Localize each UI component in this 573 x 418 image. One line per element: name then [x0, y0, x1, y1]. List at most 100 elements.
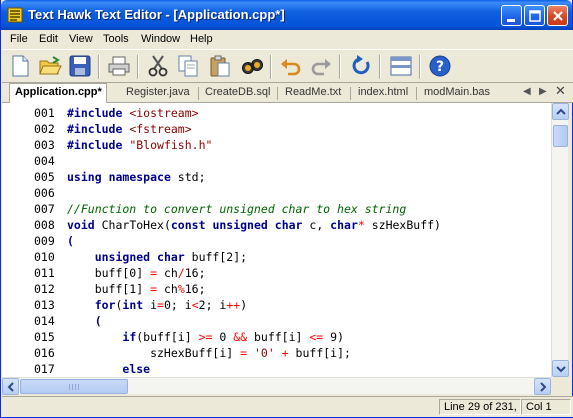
horizontal-scroll-thumb[interactable] [20, 379, 128, 394]
copy-button[interactable] [174, 52, 202, 80]
code-token: <iostream> [129, 106, 199, 120]
menu-file[interactable]: File [10, 33, 28, 45]
menu-window[interactable]: Window [141, 33, 180, 45]
close-button[interactable] [547, 5, 568, 26]
code-token: #include [67, 122, 123, 136]
maximize-icon [529, 10, 541, 22]
toolbar: ? [2, 49, 573, 83]
toolbar-separator [379, 55, 381, 79]
tab-scroll-right-icon[interactable]: ▶ [539, 86, 547, 97]
print-button[interactable] [105, 52, 133, 80]
code-token: i [143, 298, 158, 312]
title-bar[interactable]: Text Hawk Text Editor - [Application.cpp… [1, 0, 572, 30]
line-number: 004 [34, 154, 55, 168]
vertical-scroll-thumb[interactable] [553, 125, 568, 147]
line-number: 003 [34, 138, 55, 152]
code-token: else [122, 362, 151, 376]
code-token: void [67, 218, 95, 232]
tab-createdb-sql[interactable]: CreateDB.sql [205, 85, 270, 102]
code-token: = [150, 266, 158, 280]
code-token: >= [198, 330, 213, 344]
chevron-right-icon [540, 382, 547, 392]
line-number: 017 [34, 362, 55, 376]
save-button[interactable] [66, 52, 94, 80]
code-token: buff[1] [67, 282, 151, 296]
open-button[interactable] [36, 52, 64, 80]
scroll-up-button[interactable] [552, 103, 569, 120]
find-button[interactable] [238, 52, 266, 80]
chevron-left-icon [7, 382, 14, 392]
app-icon[interactable] [7, 7, 23, 23]
line-number: 013 [34, 298, 55, 312]
code-token: && [233, 330, 248, 344]
code-token: CharToHex( [94, 218, 171, 232]
split-view-button[interactable] [387, 52, 415, 80]
menu-help[interactable]: Help [190, 33, 213, 45]
scroll-left-button[interactable] [2, 378, 19, 395]
thumb-grip [72, 384, 73, 390]
menu-bar: File Edit View Tools Window Help [2, 30, 573, 49]
redo-button[interactable] [307, 52, 335, 80]
code-token: unsigned [94, 250, 151, 264]
code-editor[interactable]: 001 #include <iostream> 002 #include <fstre… [2, 103, 551, 377]
new-file-button[interactable] [6, 52, 34, 80]
close-icon [553, 11, 563, 21]
line-code: unsigned char buff[2]; [67, 249, 247, 265]
code-token: int [122, 298, 144, 312]
cut-button[interactable] [144, 52, 172, 80]
vertical-scrollbar[interactable] [551, 103, 569, 377]
cursor-column-status: Col 1 [521, 399, 571, 415]
code-token: buff[i]; [288, 346, 351, 360]
tab-scroll-left-icon[interactable]: ◀ [523, 86, 531, 97]
tab-application-cpp[interactable]: Application.cpp* [9, 83, 107, 103]
line-number: 014 [34, 314, 55, 328]
toolbar-separator [270, 55, 272, 79]
scroll-down-button[interactable] [552, 360, 569, 377]
maximize-button[interactable] [524, 5, 545, 26]
help-button[interactable]: ? [426, 52, 454, 80]
undo-button[interactable] [277, 52, 305, 80]
code-token: //Function to convert unsigned char to h… [67, 202, 407, 216]
code-token: '0' [253, 346, 275, 360]
scroll-right-button[interactable] [534, 378, 551, 395]
horizontal-scrollbar[interactable] [2, 377, 551, 395]
help-icon: ? [429, 55, 451, 77]
line-code: ( [67, 313, 102, 329]
paste-icon [210, 55, 230, 77]
code-token: 0 [212, 330, 234, 344]
tab-readme-txt[interactable]: ReadMe.txt [285, 85, 341, 102]
refresh-button[interactable] [347, 52, 375, 80]
code-token: * [357, 218, 365, 232]
line-number: 012 [34, 282, 55, 296]
toolbar-separator [98, 55, 100, 79]
code-token: "Blowfish.h" [129, 138, 213, 152]
chevron-down-icon [556, 366, 566, 373]
code-token: buff[2]; [184, 250, 248, 264]
code-token: (buff[i] [136, 330, 199, 344]
split-view-icon [390, 56, 412, 76]
tab-index-html[interactable]: index.html [358, 85, 408, 102]
code-token: szHexBuff) [364, 218, 441, 232]
line-number: 010 [34, 250, 55, 264]
scrollbar-corner [551, 377, 568, 394]
menu-edit[interactable]: Edit [39, 33, 58, 45]
paste-button[interactable] [206, 52, 234, 80]
menu-view[interactable]: View [69, 33, 93, 45]
line-number: 002 [34, 122, 55, 136]
line-number: 016 [34, 346, 55, 360]
code-token: = [150, 282, 158, 296]
close-tab-icon[interactable]: ✕ [555, 84, 566, 99]
minimize-button[interactable] [501, 5, 522, 26]
menu-tools[interactable]: Tools [103, 33, 129, 45]
tab-modmain-bas[interactable]: modMain.bas [424, 85, 490, 102]
open-folder-icon [39, 56, 62, 75]
code-token: namespace [108, 170, 171, 184]
code-token: const [170, 218, 206, 232]
line-number: 006 [34, 186, 55, 200]
code-token: / [177, 266, 185, 280]
tab-register-java[interactable]: Register.java [126, 85, 190, 102]
